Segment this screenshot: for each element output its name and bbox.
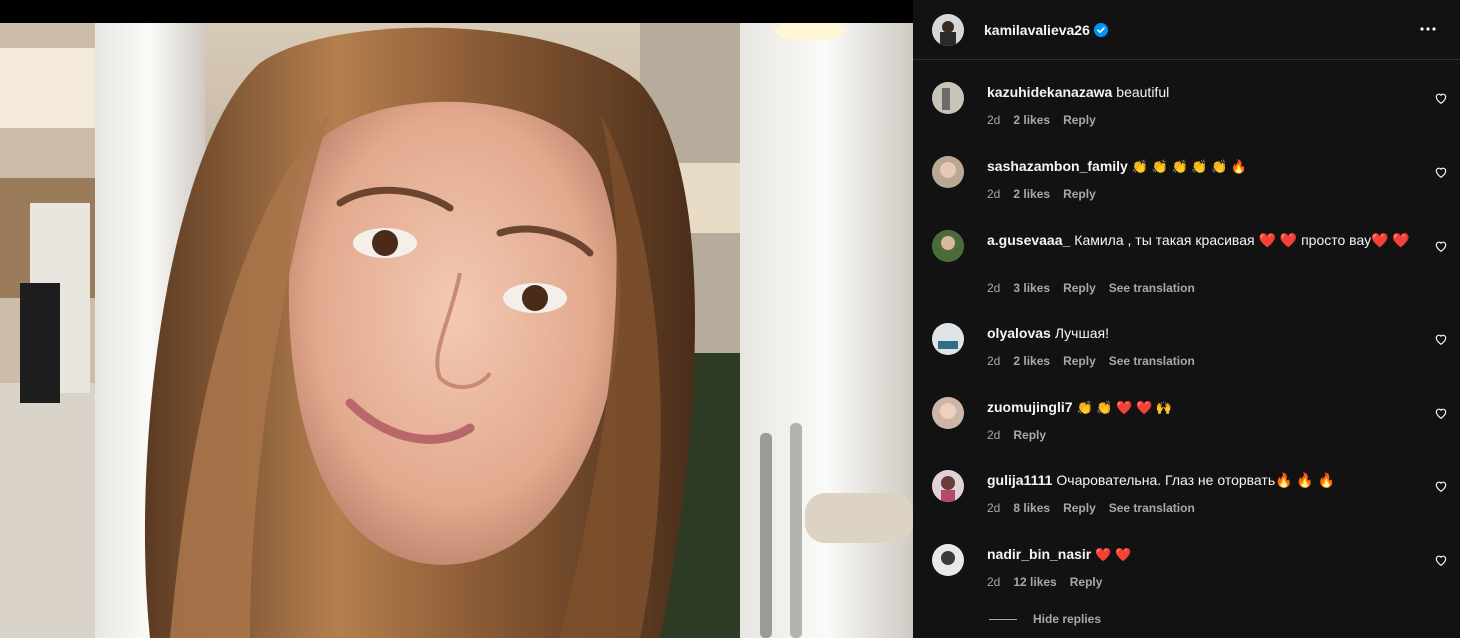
comment-body: olyalovas Лучшая! xyxy=(987,323,1416,343)
reply-button[interactable]: Reply xyxy=(1063,500,1096,516)
comment-username[interactable]: gulija1111 xyxy=(987,472,1052,488)
like-heart-icon[interactable] xyxy=(1434,406,1448,420)
comment-meta: 2d 12 likes Reply xyxy=(987,574,1115,590)
comment-text: beautiful xyxy=(1116,84,1170,100)
comment-username[interactable]: nadir_bin_nasir xyxy=(987,546,1091,562)
reply-button[interactable]: Reply xyxy=(1070,574,1103,590)
comment-likes[interactable]: 8 likes xyxy=(1013,500,1050,516)
comment-username[interactable]: a.gusevaaa_ xyxy=(987,232,1070,248)
comment-time[interactable]: 2d xyxy=(987,186,1000,202)
see-translation-link[interactable]: See translation xyxy=(1109,280,1195,296)
commenter-avatar[interactable] xyxy=(932,323,964,355)
comment-likes[interactable]: 2 likes xyxy=(1013,186,1050,202)
reply-button[interactable]: Reply xyxy=(1063,112,1096,128)
comment-body: kazuhidekanazawa beautiful xyxy=(987,82,1416,102)
like-heart-icon[interactable] xyxy=(1434,165,1448,179)
comment-time[interactable]: 2d xyxy=(987,574,1000,590)
comment-username[interactable]: kazuhidekanazawa xyxy=(987,84,1112,100)
commenter-avatar[interactable] xyxy=(932,82,964,114)
comment-time[interactable]: 2d xyxy=(987,112,1000,128)
comment-time[interactable]: 2d xyxy=(987,280,1000,296)
comment-meta: 2d 8 likes Reply See translation xyxy=(987,500,1208,516)
comment-text: Камила , ты такая красивая ❤️ ❤️ просто … xyxy=(1074,232,1410,248)
comment-text: Лучшая! xyxy=(1054,325,1109,341)
comment-likes[interactable]: 3 likes xyxy=(1013,280,1050,296)
commenter-avatar[interactable] xyxy=(932,397,964,429)
comments-panel: kamilavalieva26 kazuhidekanazawa beautifu… xyxy=(913,0,1460,638)
comment-body: nadir_bin_nasir ❤️ ❤️ xyxy=(987,544,1416,565)
reply-button[interactable]: Reply xyxy=(1063,186,1096,202)
comment-text: Очаровательна. Глаз не оторвать🔥 🔥 🔥 xyxy=(1056,472,1336,488)
comment-body: a.gusevaaa_ Камила , ты такая красивая ❤️… xyxy=(987,230,1416,250)
hide-replies-label: Hide replies xyxy=(1033,612,1102,626)
comment-meta: 2d 3 likes Reply See translation xyxy=(987,280,1208,296)
comment-meta: 2d Reply xyxy=(987,427,1059,443)
commenter-avatar[interactable] xyxy=(932,470,964,502)
selfie-image xyxy=(0,23,913,638)
comment-text: ❤️ ❤️ xyxy=(1095,547,1132,562)
comment-username[interactable]: olyalovas xyxy=(987,325,1051,341)
post-header: kamilavalieva26 xyxy=(913,0,1460,60)
post-photo[interactable] xyxy=(0,23,913,638)
comment-body: sashazambon_family 👏 👏 👏 👏 👏 🔥 xyxy=(987,156,1416,177)
comment-time[interactable]: 2d xyxy=(987,427,1000,443)
comment-text: 👏 👏 ❤️ ❤️ 🙌 xyxy=(1076,400,1172,415)
hide-replies-line xyxy=(989,618,1017,620)
owner-username[interactable]: kamilavalieva26 xyxy=(984,22,1090,38)
reply-button[interactable]: Reply xyxy=(1063,280,1096,296)
hide-replies-button[interactable]: Hide replies xyxy=(989,612,1101,626)
comment-username[interactable]: sashazambon_family xyxy=(987,158,1128,174)
like-heart-icon[interactable] xyxy=(1434,553,1448,567)
like-heart-icon[interactable] xyxy=(1434,479,1448,493)
comment-likes[interactable]: 2 likes xyxy=(1013,353,1050,369)
see-translation-link[interactable]: See translation xyxy=(1109,500,1195,516)
commenter-avatar[interactable] xyxy=(932,230,964,262)
comment-meta: 2d 2 likes Reply xyxy=(987,112,1109,128)
owner-avatar[interactable] xyxy=(932,13,964,46)
comment-time[interactable]: 2d xyxy=(987,500,1000,516)
comment-meta: 2d 2 likes Reply xyxy=(987,186,1109,202)
more-options-icon[interactable] xyxy=(1416,17,1440,41)
comment-body: gulija1111 Очаровательна. Глаз не оторват… xyxy=(987,470,1416,490)
comment-time[interactable]: 2d xyxy=(987,353,1000,369)
comment-meta: 2d 2 likes Reply See translation xyxy=(987,353,1208,369)
comment-text: 👏 👏 👏 👏 👏 🔥 xyxy=(1131,159,1248,174)
like-heart-icon[interactable] xyxy=(1434,332,1448,346)
like-heart-icon[interactable] xyxy=(1434,239,1448,253)
comment-likes[interactable]: 12 likes xyxy=(1013,574,1056,590)
reply-button[interactable]: Reply xyxy=(1013,427,1046,443)
comment-likes[interactable]: 2 likes xyxy=(1013,112,1050,128)
comment-username[interactable]: zuomujingli7 xyxy=(987,399,1073,415)
commenter-avatar[interactable] xyxy=(932,544,964,576)
comment-body: zuomujingli7 👏 👏 ❤️ ❤️ 🙌 xyxy=(987,397,1416,418)
commenter-avatar[interactable] xyxy=(932,156,964,188)
post-media xyxy=(0,0,913,638)
owner-avatar-image xyxy=(932,13,964,46)
see-translation-link[interactable]: See translation xyxy=(1109,353,1195,369)
reply-button[interactable]: Reply xyxy=(1063,353,1096,369)
like-heart-icon[interactable] xyxy=(1434,91,1448,105)
verified-badge-icon xyxy=(1093,22,1108,37)
